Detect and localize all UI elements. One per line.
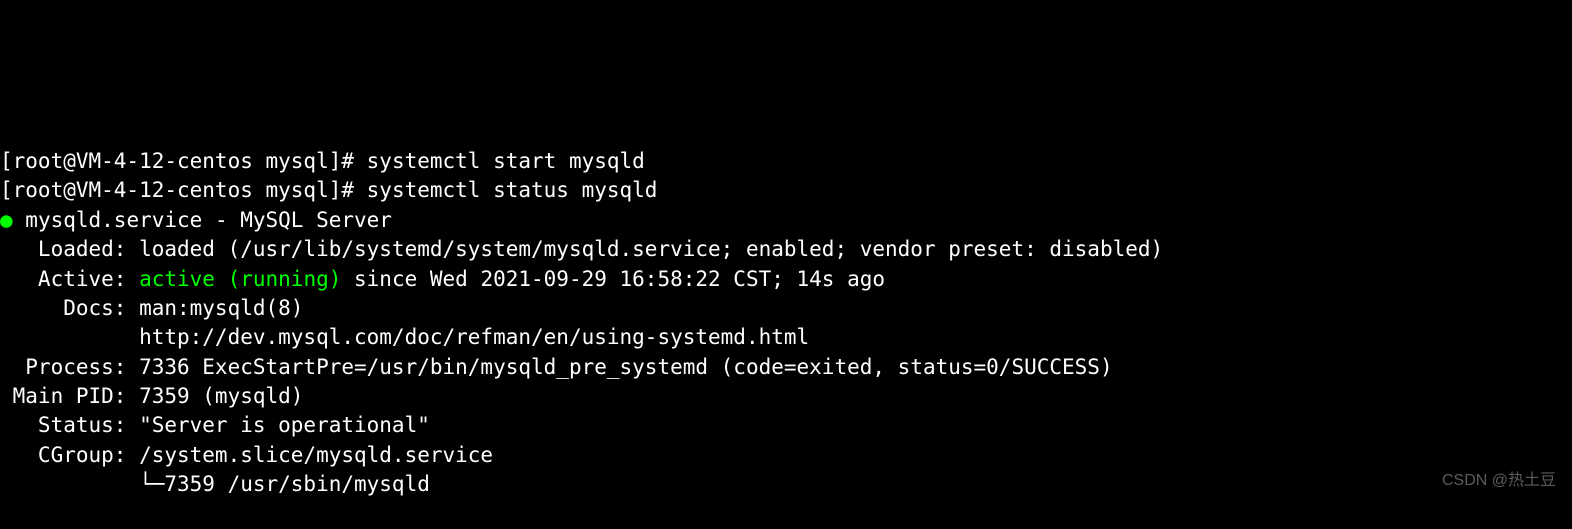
main-pid-line: Main PID: 7359 (mysqld) [0, 384, 303, 408]
docs-line-2: http://dev.mysql.com/doc/refman/en/using… [0, 325, 809, 349]
watermark-text: CSDN @热土豆 [1442, 470, 1556, 492]
prompt-line-1: [root@VM-4-12-centos mysql]# systemctl s… [0, 149, 645, 173]
active-label: Active: [0, 267, 139, 291]
docs-line-1: Docs: man:mysqld(8) [0, 296, 303, 320]
command-text: systemctl status mysqld [367, 178, 658, 202]
status-dot-icon: ● [0, 208, 13, 232]
active-status: active (running) [139, 267, 341, 291]
active-line: Active: active (running) since Wed 2021-… [0, 267, 885, 291]
loaded-line: Loaded: loaded (/usr/lib/systemd/system/… [0, 237, 1163, 261]
shell-prompt: [root@VM-4-12-centos mysql]# [0, 149, 367, 173]
active-since: since Wed 2021-09-29 16:58:22 CST; 14s a… [341, 267, 885, 291]
status-message-line: Status: "Server is operational" [0, 413, 430, 437]
service-header: mysqld.service - MySQL Server [13, 208, 392, 232]
command-text: systemctl start mysqld [367, 149, 645, 173]
shell-prompt: [root@VM-4-12-centos mysql]# [0, 178, 367, 202]
process-line: Process: 7336 ExecStartPre=/usr/bin/mysq… [0, 355, 1113, 379]
cgroup-child-line: └─7359 /usr/sbin/mysqld [0, 472, 430, 496]
cgroup-line: CGroup: /system.slice/mysqld.service [0, 443, 493, 467]
terminal-output[interactable]: [root@VM-4-12-centos mysql]# systemctl s… [0, 147, 1572, 529]
prompt-line-2: [root@VM-4-12-centos mysql]# systemctl s… [0, 178, 657, 202]
